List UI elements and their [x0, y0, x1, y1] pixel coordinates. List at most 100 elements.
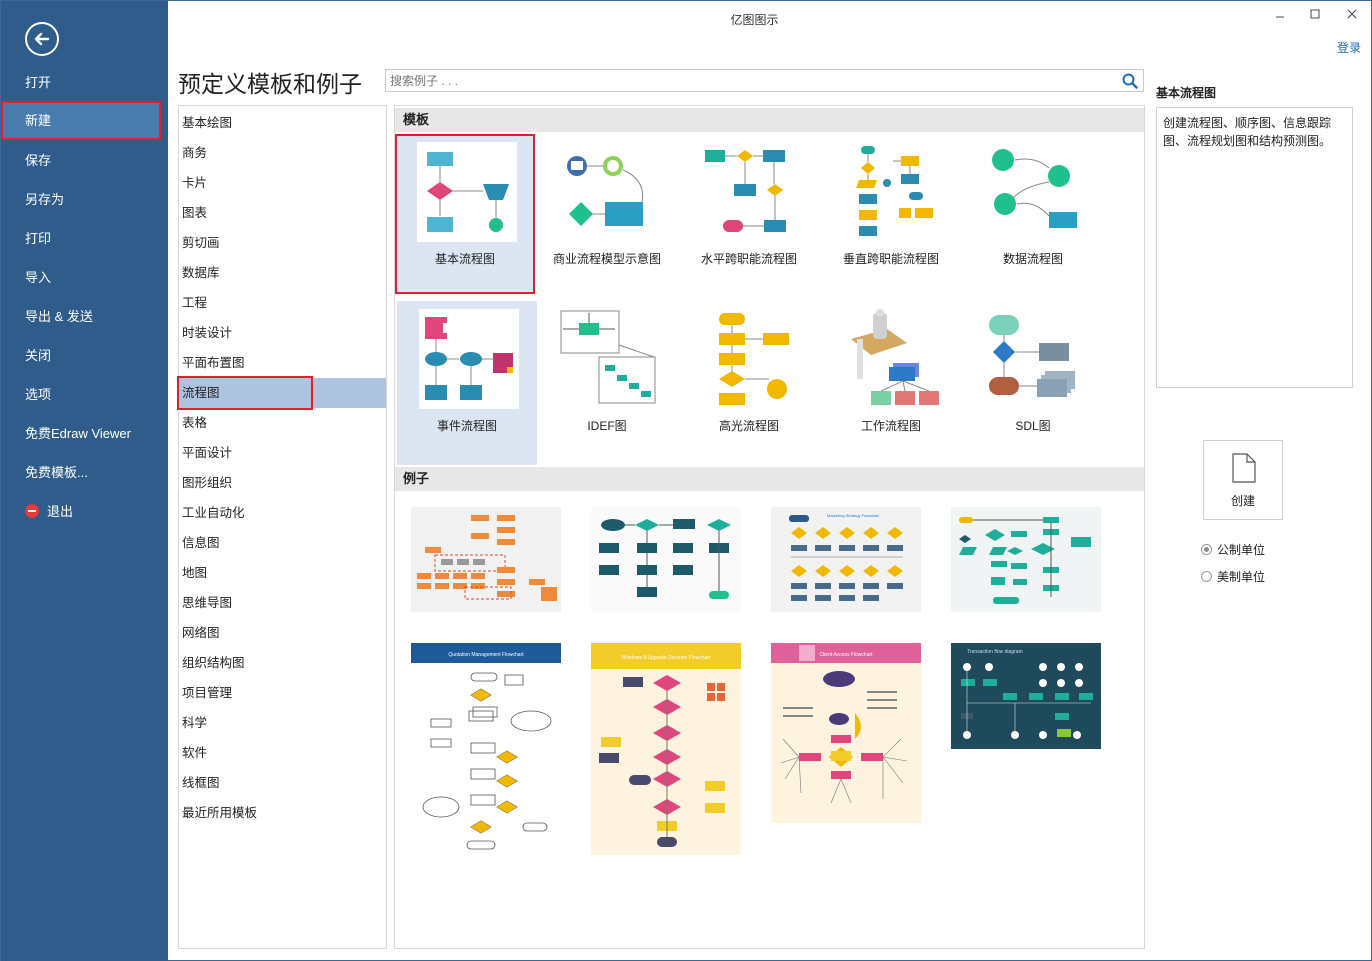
template-gallery: 模板 基本流程图 商业流程模型示意图 水平跨职能流程图 垂直跨职能流程图 数据流…	[394, 105, 1145, 949]
sidebar-item-free-viewer[interactable]: 免费Edraw Viewer	[1, 414, 168, 453]
metric-units-option[interactable]: 公制单位	[1201, 541, 1265, 558]
example-thumbnail-1[interactable]	[411, 507, 561, 612]
back-arrow-icon	[34, 32, 50, 46]
sidebar-item-save[interactable]: 保存	[1, 141, 168, 180]
metric-radio[interactable]	[1201, 544, 1212, 555]
basic-flowchart-thumbnail	[417, 142, 517, 242]
template-sdl[interactable]: SDL图	[963, 301, 1103, 461]
search-icon[interactable]	[1122, 73, 1138, 94]
category-item[interactable]: 基本绘图	[179, 108, 386, 138]
us-radio[interactable]	[1201, 571, 1212, 582]
template-idef[interactable]: IDEF图	[537, 301, 677, 461]
sidebar-item-save-as[interactable]: 另存为	[1, 180, 168, 219]
sidebar-item-export-send[interactable]: 导出 & 发送	[1, 297, 168, 336]
category-label: 表格	[182, 416, 208, 430]
template-data-flow[interactable]: 数据流程图	[963, 134, 1103, 294]
category-label: 数据库	[182, 266, 220, 280]
template-event-flowchart[interactable]: 事件流程图	[397, 301, 537, 465]
minimize-button[interactable]	[1269, 7, 1291, 22]
template-label: 基本流程图	[434, 252, 495, 266]
sidebar-item-exit[interactable]: 退出	[1, 492, 168, 531]
examples-heading: 例子	[395, 467, 1144, 491]
category-item[interactable]: 思维导图	[179, 588, 386, 618]
maximize-button[interactable]	[1304, 7, 1326, 22]
search-input[interactable]	[386, 70, 1106, 91]
example-thumbnail-2[interactable]	[591, 507, 741, 612]
template-label: SDL图	[1015, 419, 1051, 433]
app-window: 打开 新建 保存 另存为 打印 导入 导出 & 发送 关闭 选项 免费Edraw…	[0, 0, 1372, 961]
sidebar-item-close[interactable]: 关闭	[1, 336, 168, 375]
close-window-button[interactable]	[1341, 7, 1363, 22]
sidebar-item-open[interactable]: 打开	[1, 63, 168, 102]
example-thumbnail-8[interactable]: Transaction flow diagram	[951, 643, 1101, 749]
example-5-title: Quotation Management Flowchart	[448, 652, 524, 658]
category-item[interactable]: 表格	[179, 408, 386, 438]
metric-label: 公制单位	[1217, 543, 1266, 557]
category-label: 项目管理	[182, 686, 233, 700]
example-thumbnail-5[interactable]: Quotation Management Flowchart	[411, 643, 561, 853]
create-button[interactable]: 创建	[1203, 440, 1283, 520]
category-item[interactable]: 科学	[179, 708, 386, 738]
us-units-option[interactable]: 美制单位	[1201, 568, 1265, 585]
example-thumbnail-6[interactable]: Windows 8 Upgrade Decision Flowchart	[591, 643, 741, 855]
page-title: 预定义模板和例子	[178, 71, 362, 97]
category-item[interactable]: 平面布置图	[179, 348, 386, 378]
sidebar-item-options[interactable]: 选项	[1, 375, 168, 414]
category-item[interactable]: 线框图	[179, 768, 386, 798]
category-label: 图形组织	[182, 476, 233, 490]
category-item[interactable]: 剪切画	[179, 228, 386, 258]
category-item[interactable]: 工程	[179, 288, 386, 318]
sidebar-item-free-templates[interactable]: 免费模板...	[1, 453, 168, 492]
category-item[interactable]: 时装设计	[179, 318, 386, 348]
template-basic-flowchart[interactable]: 基本流程图	[395, 134, 535, 294]
category-label: 剪切画	[182, 236, 220, 250]
template-label: 高光流程图	[718, 419, 779, 433]
category-item[interactable]: 组织结构图	[179, 648, 386, 678]
highlight-flowchart-thumbnail	[719, 313, 789, 405]
category-item[interactable]: 地图	[179, 558, 386, 588]
template-label: 商业流程模型示意图	[552, 252, 661, 266]
category-item[interactable]: 卡片	[179, 168, 386, 198]
exit-label: 退出	[47, 504, 74, 519]
back-button[interactable]	[25, 22, 59, 56]
category-item[interactable]: 平面设计	[179, 438, 386, 468]
category-label: 线框图	[182, 776, 220, 790]
category-item[interactable]: 最近所用模板	[179, 798, 386, 828]
detail-description: 创建流程图、顺序图、信息跟踪图、流程规划图和结构预测图。	[1156, 107, 1353, 388]
template-label: 数据流程图	[1002, 252, 1063, 266]
category-label: 信息图	[182, 536, 220, 550]
example-thumbnail-4[interactable]	[951, 507, 1101, 612]
category-label: 流程图	[177, 376, 313, 410]
template-vertical-cross-functional[interactable]: 垂直跨职能流程图	[821, 134, 961, 294]
category-item[interactable]: 图形组织	[179, 468, 386, 498]
login-link[interactable]: 登录	[1337, 39, 1361, 56]
category-item[interactable]: 软件	[179, 738, 386, 768]
example-thumbnail-7[interactable]: Client Access Flowchart	[771, 643, 921, 823]
category-item[interactable]: 流程图	[177, 376, 386, 410]
category-item[interactable]: 信息图	[179, 528, 386, 558]
business-process-thumbnail	[567, 156, 643, 226]
template-business-process-model[interactable]: 商业流程模型示意图	[537, 134, 677, 294]
us-label: 美制单位	[1217, 570, 1266, 584]
category-item[interactable]: 项目管理	[179, 678, 386, 708]
window-title: 亿图图示	[730, 13, 779, 27]
category-item[interactable]: 数据库	[179, 258, 386, 288]
category-label: 基本绘图	[182, 116, 233, 130]
example-thumbnail-3[interactable]: Marketing Strategy Flowchart	[771, 507, 921, 612]
new-document-icon	[1232, 453, 1256, 483]
category-item[interactable]: 网络图	[179, 618, 386, 648]
create-label: 创建	[1230, 494, 1255, 508]
category-item[interactable]: 商务	[179, 138, 386, 168]
sidebar-item-print[interactable]: 打印	[1, 219, 168, 258]
template-horizontal-cross-functional[interactable]: 水平跨职能流程图	[679, 134, 819, 294]
sidebar-item-import[interactable]: 导入	[1, 258, 168, 297]
template-highlight-flowchart[interactable]: 高光流程图	[679, 301, 819, 461]
category-label: 思维导图	[182, 596, 233, 610]
category-label: 卡片	[182, 176, 208, 190]
sidebar-item-new[interactable]: 新建	[1, 101, 161, 140]
category-item[interactable]: 工业自动化	[179, 498, 386, 528]
category-item[interactable]: 图表	[179, 198, 386, 228]
template-work-flow[interactable]: 工作流程图	[821, 301, 961, 461]
category-list: 基本绘图商务卡片图表剪切画数据库工程 时装设计 平面布置图 流程图表格平面设计图形组织…	[177, 105, 387, 949]
template-label: 事件流程图	[436, 419, 497, 433]
